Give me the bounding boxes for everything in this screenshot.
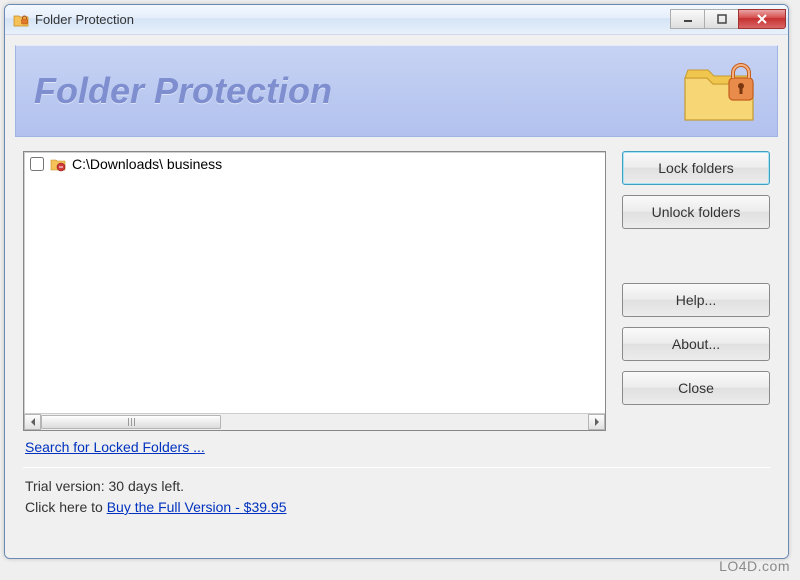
window-title: Folder Protection xyxy=(35,12,134,27)
client-area: Folder Protection xyxy=(5,35,788,558)
minimize-icon xyxy=(683,14,693,24)
main-body: C:\Downloads\ business xyxy=(15,137,778,461)
horizontal-scrollbar[interactable] xyxy=(24,413,605,430)
minimize-button[interactable] xyxy=(670,9,705,29)
app-window: Folder Protection Folder Protection xyxy=(4,4,789,559)
folder-list[interactable]: C:\Downloads\ business xyxy=(23,151,606,431)
about-button[interactable]: About... xyxy=(622,327,770,361)
button-spacer xyxy=(622,239,770,273)
buy-full-version-link[interactable]: Buy the Full Version - $39.95 xyxy=(107,499,287,515)
locked-folder-icon xyxy=(50,156,66,172)
search-link-row: Search for Locked Folders ... xyxy=(23,431,606,455)
scroll-left-button[interactable] xyxy=(24,414,41,430)
titlebar[interactable]: Folder Protection xyxy=(5,5,788,35)
folder-path: C:\Downloads\ business xyxy=(72,156,222,172)
scrollbar-thumb[interactable] xyxy=(41,415,221,429)
lock-folders-button[interactable]: Lock folders xyxy=(622,151,770,185)
buy-line: Click here to Buy the Full Version - $39… xyxy=(25,497,768,518)
maximize-icon xyxy=(717,14,727,24)
app-title: Folder Protection xyxy=(34,70,332,112)
app-icon xyxy=(13,12,29,28)
search-locked-folders-link[interactable]: Search for Locked Folders ... xyxy=(25,439,205,455)
close-icon xyxy=(756,14,768,24)
folder-list-item[interactable]: C:\Downloads\ business xyxy=(24,152,605,176)
trial-status-text: Trial version: 30 days left. xyxy=(25,476,768,497)
close-window-button[interactable] xyxy=(738,9,786,29)
scroll-right-button[interactable] xyxy=(588,414,605,430)
help-button[interactable]: Help... xyxy=(622,283,770,317)
close-button[interactable]: Close xyxy=(622,371,770,405)
folder-checkbox[interactable] xyxy=(30,157,44,171)
unlock-folders-button[interactable]: Unlock folders xyxy=(622,195,770,229)
footer: Trial version: 30 days left. Click here … xyxy=(15,468,778,528)
window-controls xyxy=(671,9,786,31)
header-panel: Folder Protection xyxy=(15,45,778,137)
click-here-text: Click here to xyxy=(25,499,107,515)
button-column: Lock folders Unlock folders Help... Abou… xyxy=(622,151,770,455)
folder-lock-logo-icon xyxy=(681,56,759,126)
scrollbar-track[interactable] xyxy=(41,414,588,430)
chevron-left-icon xyxy=(30,418,36,426)
chevron-right-icon xyxy=(594,418,600,426)
maximize-button[interactable] xyxy=(704,9,739,29)
watermark: LO4D.com xyxy=(719,558,790,574)
list-column: C:\Downloads\ business xyxy=(23,151,606,455)
